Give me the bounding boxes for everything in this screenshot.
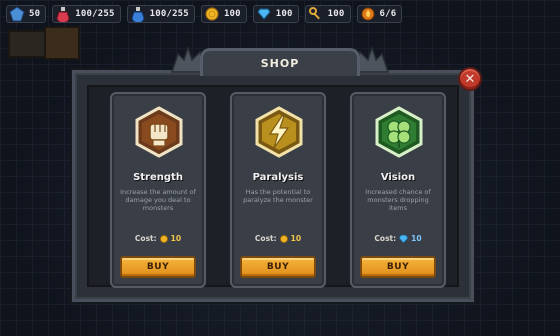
card-description: Increase the amount of damage you deal t…	[120, 188, 196, 212]
hud-health: 100/255	[52, 5, 121, 23]
card-cost: Cost: 10	[112, 234, 204, 243]
buy-label: BUY	[146, 262, 170, 272]
lightning-bolt-icon	[255, 106, 303, 158]
close-icon: ✕	[464, 71, 476, 87]
cost-label: Cost:	[374, 234, 397, 243]
hud-keys: 100	[304, 5, 351, 23]
cost-value: 10	[411, 234, 422, 243]
health-value: 100/255	[75, 9, 115, 19]
orbs-value: 6/6	[379, 9, 397, 19]
cost-value: 10	[290, 234, 302, 243]
mana-value: 100/255	[149, 9, 189, 19]
hud-orbs: 6/6	[356, 5, 403, 23]
gold-coin-icon	[204, 6, 220, 22]
hud-bar: 50 100/255 100/255 100 100 100 6/6	[6, 4, 554, 24]
buy-label: BUY	[266, 262, 290, 272]
gold-coin-icon	[279, 234, 288, 243]
hud-level: 50	[6, 5, 47, 23]
health-potion-icon	[55, 6, 71, 22]
card-description: Increased chance of monsters dropping it…	[365, 188, 431, 212]
level-badge-icon	[9, 6, 25, 22]
buy-button-strength[interactable]: BUY	[120, 256, 196, 278]
background-crate	[8, 30, 48, 58]
card-cost: Cost: 10	[352, 234, 444, 243]
gems-value: 100	[275, 9, 293, 19]
background-chest	[44, 26, 80, 60]
hud-gold: 100	[200, 5, 247, 23]
shop-card-paralysis: Paralysis Has the potential to paralyze …	[230, 92, 326, 288]
cost-label: Cost:	[134, 234, 157, 243]
buy-button-paralysis[interactable]: BUY	[240, 256, 316, 278]
keys-value: 100	[327, 9, 345, 19]
gold-coin-icon	[159, 234, 168, 243]
card-title: Paralysis	[252, 172, 304, 183]
card-title: Vision	[380, 172, 416, 183]
card-description: Has the potential to paralyze the monste…	[243, 188, 313, 204]
hud-gems: 100	[252, 5, 299, 23]
shop-title-tab: SHOP	[200, 48, 360, 76]
close-button[interactable]: ✕	[458, 67, 482, 91]
buy-label: BUY	[386, 262, 410, 272]
four-leaf-clover-icon	[375, 106, 423, 158]
level-value: 50	[29, 9, 41, 19]
hud-mana: 100/255	[126, 5, 195, 23]
gem-icon	[399, 234, 409, 243]
gem-icon	[256, 6, 272, 22]
buy-button-vision[interactable]: BUY	[360, 256, 436, 278]
mana-potion-icon	[130, 6, 146, 22]
shop-card-strength: Strength Increase the amount of damage y…	[110, 92, 206, 288]
fire-orb-icon	[360, 6, 376, 22]
shop-title: SHOP	[260, 57, 300, 70]
shop-card-vision: Vision Increased chance of monsters drop…	[350, 92, 446, 288]
strength-fist-icon	[135, 106, 183, 158]
key-icon	[308, 6, 324, 22]
gold-value: 100	[223, 9, 241, 19]
card-title: Strength	[133, 172, 183, 183]
cost-value: 10	[170, 234, 182, 243]
cost-label: Cost:	[254, 234, 277, 243]
card-cost: Cost: 10	[232, 234, 324, 243]
